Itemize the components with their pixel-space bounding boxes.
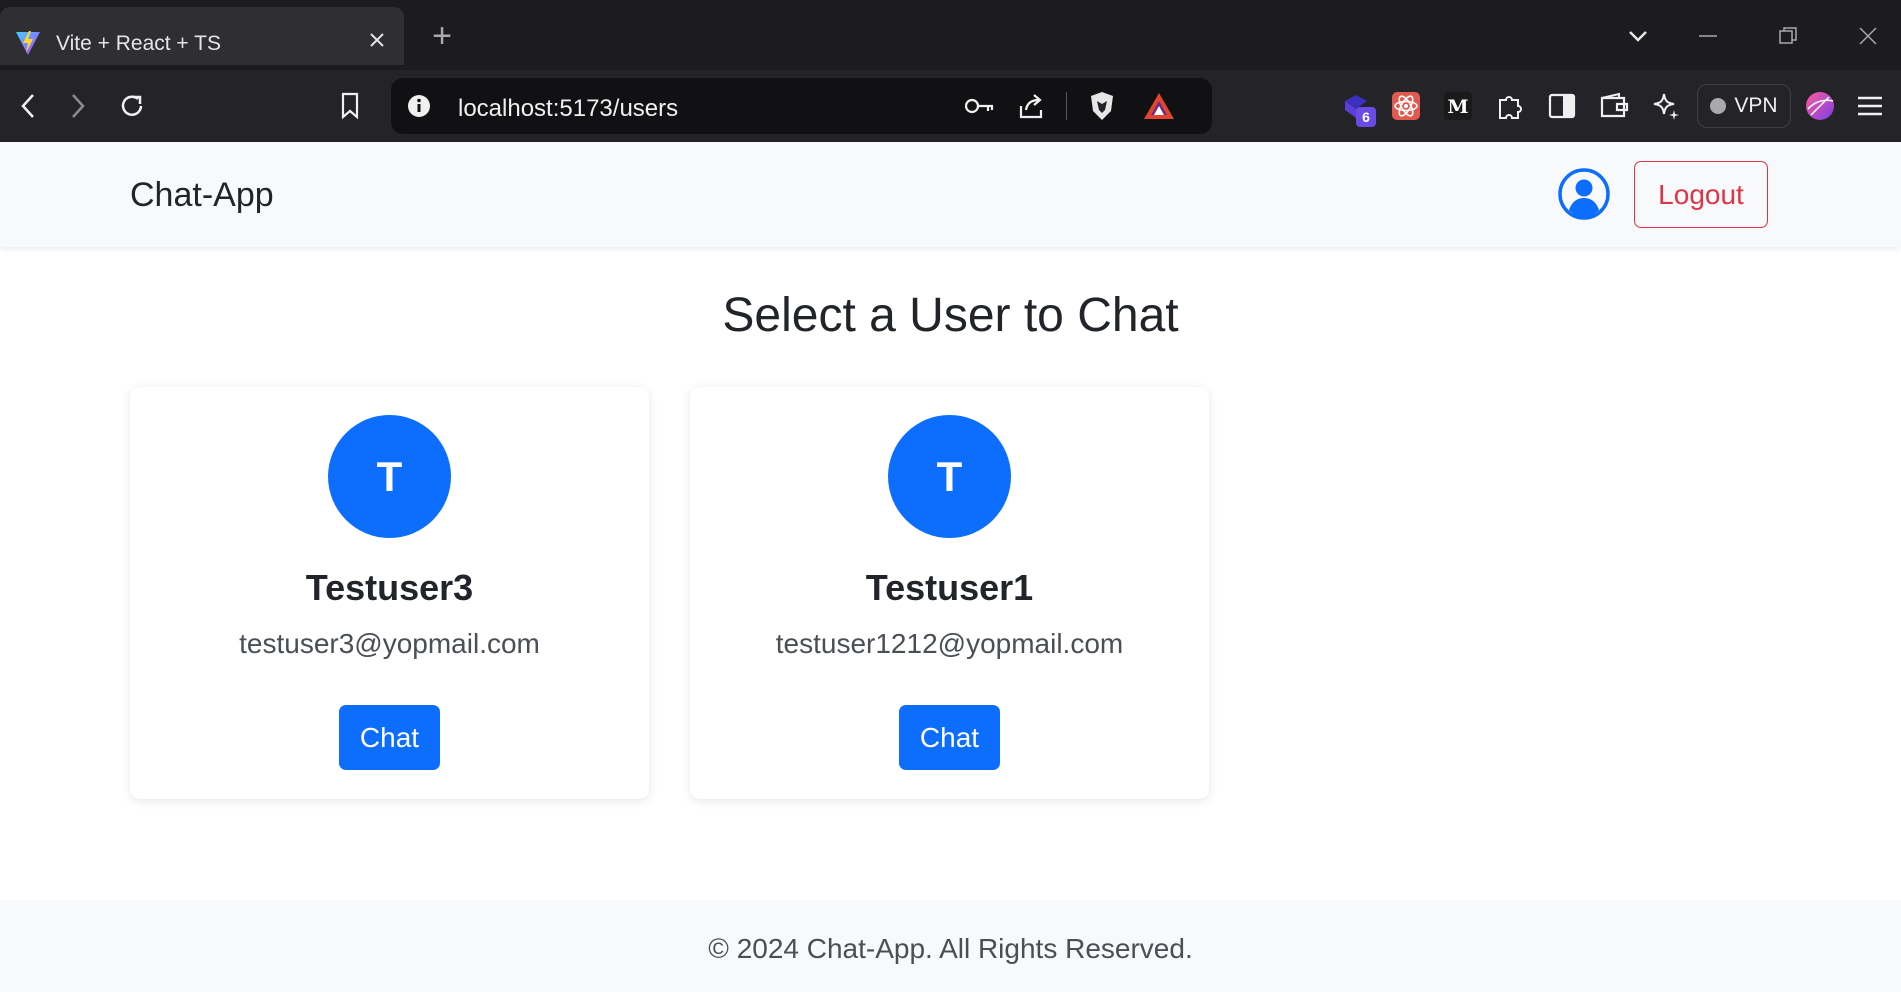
user-email: testuser3@yopmail.com [239, 628, 540, 659]
site-info-icon[interactable] [407, 94, 431, 118]
avatar: T [888, 415, 1011, 538]
sidebar-icon[interactable] [1542, 86, 1582, 126]
footer-copyright: © 2024 Chat-App. All Rights Reserved. [708, 933, 1193, 964]
new-tab-button[interactable]: + [424, 18, 460, 54]
bookmark-icon[interactable] [330, 86, 370, 126]
window-close-icon[interactable] [1848, 16, 1888, 56]
share-icon[interactable] [1017, 92, 1045, 120]
back-icon[interactable] [8, 86, 48, 126]
wallet-icon[interactable] [1594, 86, 1634, 126]
avatar: T [328, 415, 451, 538]
medium-icon[interactable]: M [1438, 86, 1478, 126]
vpn-label: VPN [1734, 94, 1778, 117]
chat-button[interactable]: Chat [339, 705, 440, 770]
menu-icon[interactable] [1850, 86, 1890, 126]
restore-icon[interactable] [1768, 16, 1808, 56]
vpn-status-icon [1710, 98, 1727, 114]
page-title: Select a User to Chat [722, 289, 1179, 342]
chat-button[interactable]: Chat [899, 705, 1000, 770]
react-devtools-icon[interactable] [1386, 86, 1426, 126]
logout-button[interactable]: Logout [1634, 161, 1768, 228]
browser-toolbar: localhost:5173/users 6 M VPN [0, 70, 1901, 142]
user-profile-icon[interactable] [1557, 167, 1611, 221]
brave-rewards-icon[interactable] [1143, 92, 1175, 120]
address-bar[interactable]: localhost:5173/users [391, 78, 1212, 134]
svg-text:M: M [1447, 96, 1468, 118]
brave-shield-icon[interactable] [1089, 91, 1115, 121]
profile-avatar-icon[interactable] [1800, 86, 1840, 126]
user-name: Testuser3 [305, 567, 474, 608]
minimize-icon[interactable] [1688, 16, 1728, 56]
extension-badge: 6 [1356, 107, 1376, 127]
key-icon[interactable] [963, 94, 995, 118]
vpn-button[interactable]: VPN [1697, 84, 1791, 128]
close-icon[interactable] [362, 25, 392, 55]
brand-logo[interactable]: Chat-App [130, 176, 274, 215]
leo-ai-icon[interactable] [1646, 86, 1686, 126]
divider [1066, 92, 1067, 120]
forward-icon[interactable] [58, 86, 98, 126]
browser-tab-bar: Vite + React + TS + [0, 0, 1901, 70]
vite-logo-icon [16, 31, 40, 55]
tab-title: Vite + React + TS [56, 32, 221, 55]
user-card: T Testuser1 testuser1212@yopmail.com Cha… [690, 387, 1209, 799]
page-footer: © 2024 Chat-App. All Rights Reserved. [0, 900, 1901, 992]
user-email: testuser1212@yopmail.com [775, 628, 1124, 659]
user-name: Testuser1 [865, 567, 1034, 608]
puzzle-extensions-icon[interactable] [1490, 86, 1530, 126]
reload-icon[interactable] [112, 86, 152, 126]
app-navbar: Chat-App Logout [0, 142, 1901, 247]
url-text[interactable]: localhost:5173/users [458, 95, 678, 123]
chevron-down-icon[interactable] [1618, 16, 1658, 56]
user-card: T Testuser3 testuser3@yopmail.com Chat [130, 387, 649, 799]
browser-tab[interactable]: Vite + React + TS [0, 7, 404, 65]
